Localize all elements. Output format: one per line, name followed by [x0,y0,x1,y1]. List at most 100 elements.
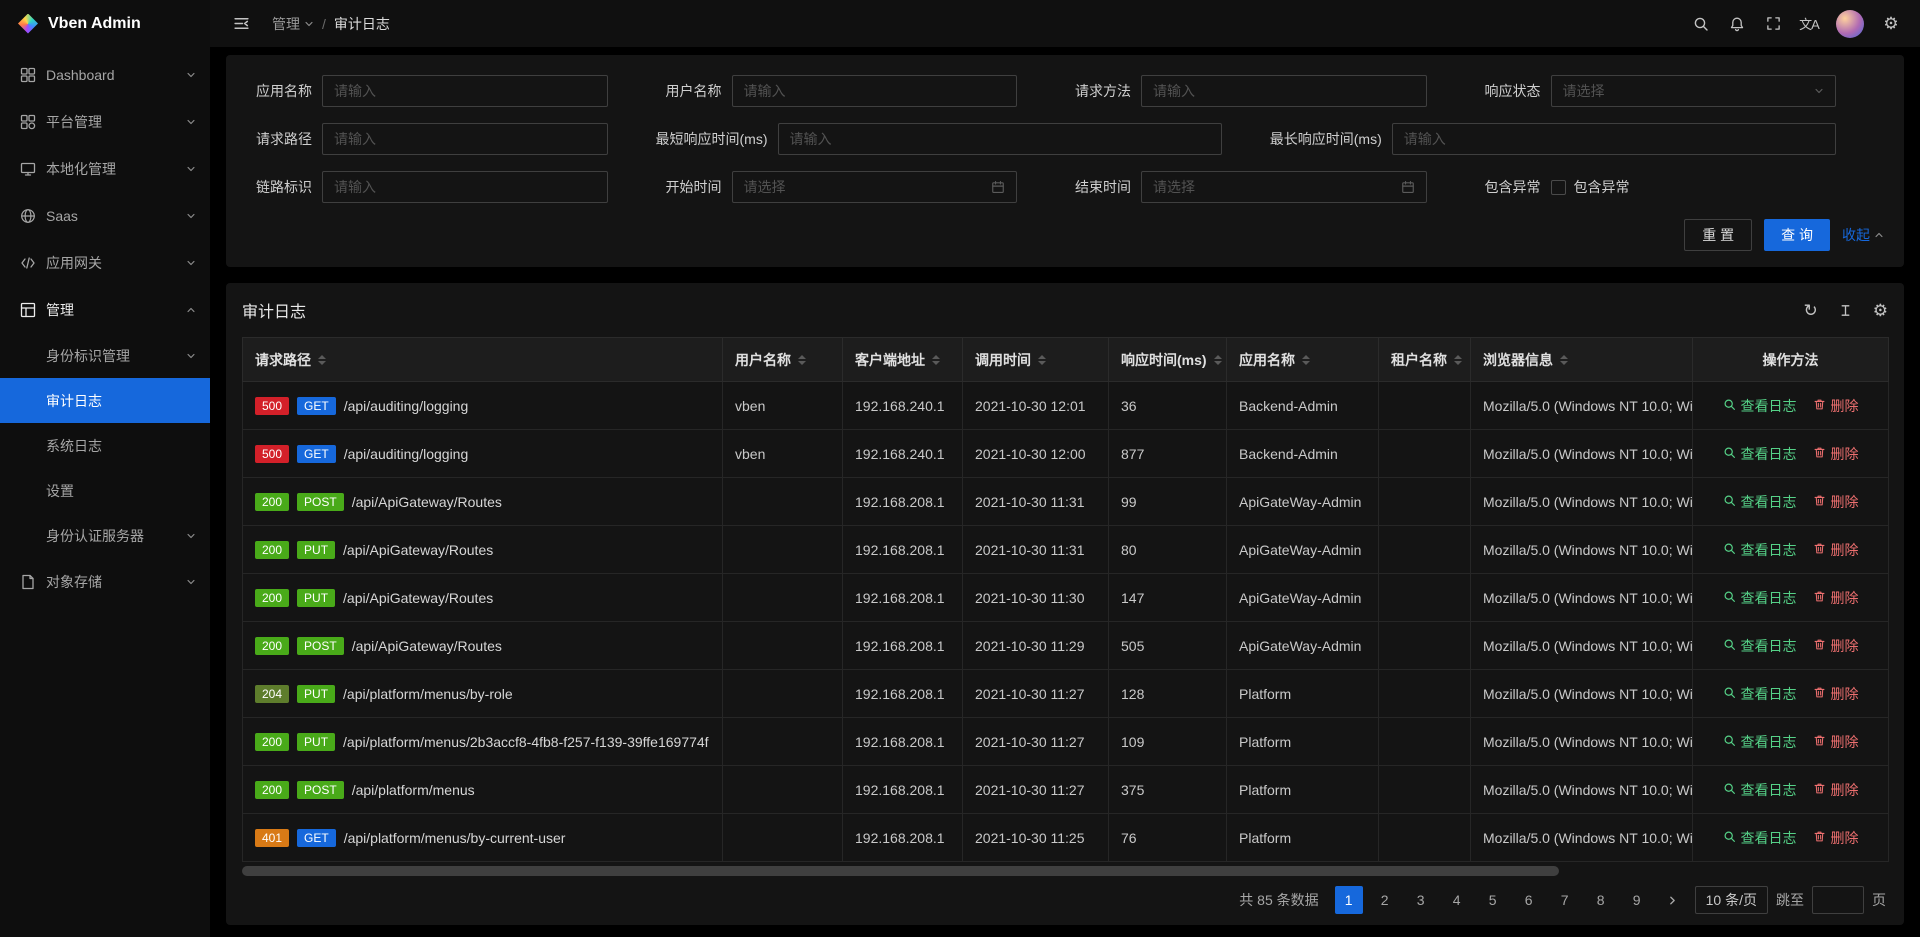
sort-icon[interactable] [1214,355,1222,365]
settings-icon[interactable]: ⚙ [1873,302,1888,319]
breadcrumb-item[interactable]: 管理 [272,14,314,34]
collapse-link[interactable]: 收起 [1842,225,1884,245]
sidebar-subitem-auth-server[interactable]: 身份认证服务器 [0,513,210,558]
delete-icon [1813,638,1826,654]
column-header[interactable]: 用户名称 [723,338,843,382]
has-exception-checkbox[interactable]: 包含异常 [1551,171,1837,203]
http-method-input[interactable] [1141,75,1427,107]
refresh-icon[interactable]: ↻ [1804,302,1818,319]
sidebar-item-dashboard[interactable]: Dashboard [0,51,210,98]
sidebar-item-saas[interactable]: Saas [0,192,210,239]
view-icon [1723,830,1736,846]
column-header[interactable]: 租户名称 [1379,338,1471,382]
chevron-down-icon [186,351,196,361]
app-logo[interactable]: Vben Admin [0,0,210,47]
view-log-button[interactable]: 查看日志 [1723,636,1797,656]
horizontal-scrollbar[interactable] [242,866,1888,876]
sort-icon[interactable] [932,355,940,365]
page-size-select[interactable]: 10 条/页 [1695,886,1768,914]
page-button-3[interactable]: 3 [1407,886,1435,914]
page-button-2[interactable]: 2 [1371,886,1399,914]
page-button-9[interactable]: 9 [1623,886,1651,914]
column-header[interactable]: 响应时间(ms) [1109,338,1227,382]
view-log-button[interactable]: 查看日志 [1723,588,1797,608]
row-height-icon[interactable] [1838,303,1853,318]
view-log-button[interactable]: 查看日志 [1723,780,1797,800]
sidebar-subitem-system-logging[interactable]: 系统日志 [0,423,210,468]
sidebar-item-platform[interactable]: 平台管理 [0,98,210,145]
sidebar-subitem-identity[interactable]: 身份标识管理 [0,333,210,378]
page-button-5[interactable]: 5 [1479,886,1507,914]
sort-icon[interactable] [798,355,806,365]
search-icon[interactable] [1684,0,1718,47]
sort-icon[interactable] [1302,355,1310,365]
page-button-7[interactable]: 7 [1551,886,1579,914]
delete-icon [1813,782,1826,798]
breadcrumb-item[interactable]: 审计日志 [334,14,390,34]
user-name-input[interactable] [732,75,1018,107]
delete-button[interactable]: 删除 [1813,780,1859,800]
column-header[interactable]: 调用时间 [963,338,1109,382]
call-time-cell: 2021-10-30 11:31 [963,478,1109,526]
request-path-input[interactable] [322,123,608,155]
view-log-button[interactable]: 查看日志 [1723,492,1797,512]
max-response-ms-input[interactable] [1392,123,1836,155]
trace-id-input[interactable] [322,171,608,203]
next-page-button[interactable] [1659,886,1687,914]
scrollbar-thumb[interactable] [242,866,1559,876]
delete-button[interactable]: 删除 [1813,540,1859,560]
column-header[interactable]: 客户端地址 [843,338,963,382]
page-button-1[interactable]: 1 [1335,886,1363,914]
delete-button[interactable]: 删除 [1813,732,1859,752]
sort-icon[interactable] [1560,355,1568,365]
column-header[interactable]: 应用名称 [1227,338,1379,382]
view-log-button[interactable]: 查看日志 [1723,828,1797,848]
sort-icon[interactable] [318,355,326,365]
view-log-button[interactable]: 查看日志 [1723,444,1797,464]
sidebar-item-localization[interactable]: 本地化管理 [0,145,210,192]
page-button-8[interactable]: 8 [1587,886,1615,914]
translate-icon[interactable]: 文A [1792,0,1826,47]
delete-button[interactable]: 删除 [1813,444,1859,464]
view-log-button[interactable]: 查看日志 [1723,396,1797,416]
http-status-select[interactable]: 请选择 [1551,75,1837,107]
checkbox-box[interactable] [1551,180,1566,195]
fullscreen-icon[interactable] [1756,0,1790,47]
delete-button[interactable]: 删除 [1813,396,1859,416]
settings-icon[interactable]: ⚙ [1874,0,1908,47]
sidebar-subitem-settings[interactable]: 设置 [0,468,210,513]
field-app-name: 应用名称 [246,75,656,107]
sort-icon[interactable] [1454,355,1462,365]
sort-icon[interactable] [1038,355,1046,365]
browser-cell: Mozilla/5.0 (Windows NT 10.0; Win [1471,718,1693,766]
page-button-4[interactable]: 4 [1443,886,1471,914]
avatar[interactable] [1836,10,1864,38]
delete-button[interactable]: 删除 [1813,684,1859,704]
reset-button[interactable]: 重 置 [1684,219,1752,251]
min-response-ms-input[interactable] [778,123,1222,155]
view-log-button[interactable]: 查看日志 [1723,684,1797,704]
browser-cell: Mozilla/5.0 (Windows NT 10.0; Win [1471,670,1693,718]
app-name-input[interactable] [322,75,608,107]
delete-button[interactable]: 删除 [1813,636,1859,656]
view-log-button[interactable]: 查看日志 [1723,732,1797,752]
sidebar-subitem-audit-logging[interactable]: 审计日志 [0,378,210,423]
menu-fold-icon[interactable] [224,0,258,47]
sidebar-item-storage[interactable]: 对象存储 [0,558,210,605]
jump-input[interactable] [1812,886,1864,914]
sidebar-item-manage[interactable]: 管理 [0,286,210,333]
column-header[interactable]: 浏览器信息 [1471,338,1693,382]
delete-button[interactable]: 删除 [1813,588,1859,608]
query-button[interactable]: 查 询 [1764,219,1830,251]
chevron-down-icon [186,164,196,174]
view-log-button[interactable]: 查看日志 [1723,540,1797,560]
page-button-6[interactable]: 6 [1515,886,1543,914]
bell-icon[interactable] [1720,0,1754,47]
delete-button[interactable]: 删除 [1813,492,1859,512]
end-time-picker[interactable]: 请选择 [1141,171,1427,203]
sidebar-item-gateway[interactable]: 应用网关 [0,239,210,286]
tenant-cell [1379,430,1471,478]
start-time-picker[interactable]: 请选择 [732,171,1018,203]
delete-button[interactable]: 删除 [1813,828,1859,848]
column-header[interactable]: 请求路径 [243,338,723,382]
